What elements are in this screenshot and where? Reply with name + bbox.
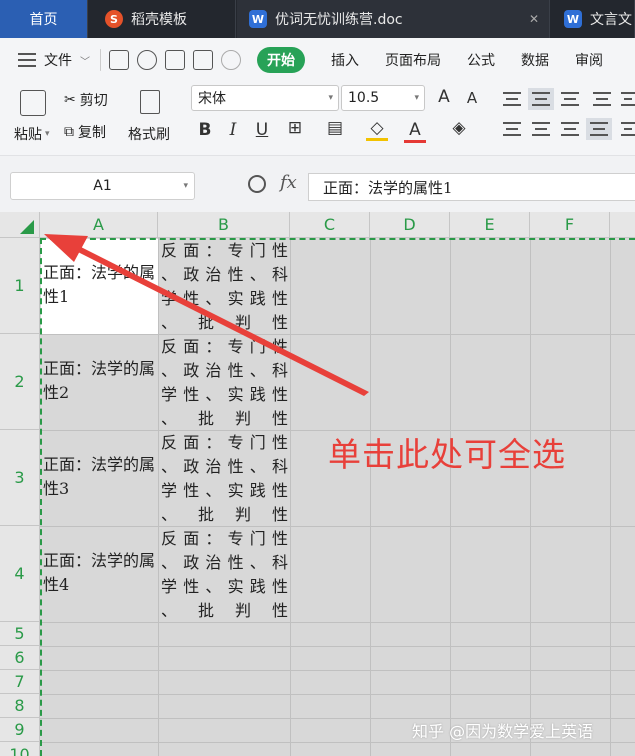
arrow-shaft <box>66 242 369 396</box>
annotation-arrow <box>44 234 369 396</box>
arrow-head <box>44 234 88 262</box>
annotation-text: 单击此处可全选 <box>328 435 566 474</box>
watermark: 知乎 @因为数学爱上英语 <box>412 722 594 741</box>
